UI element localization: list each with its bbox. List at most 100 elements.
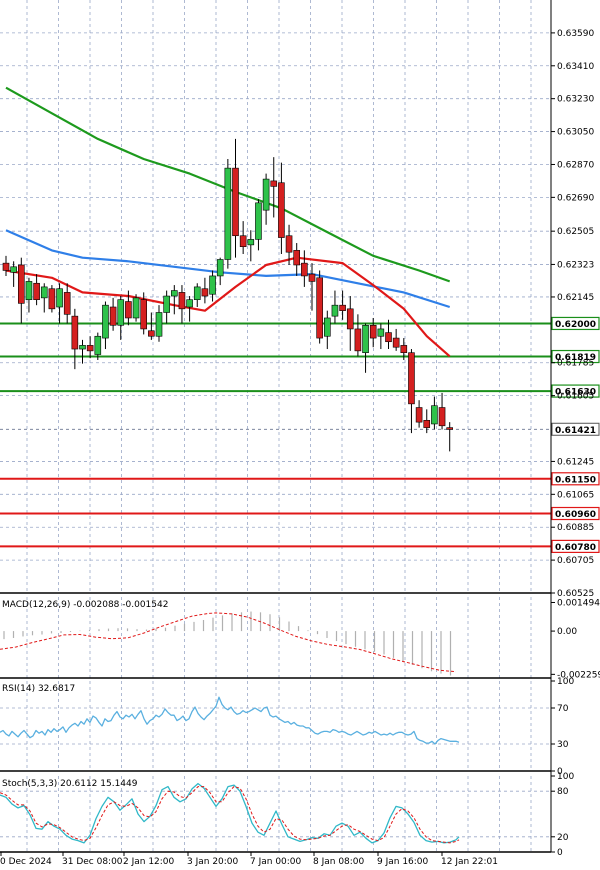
bearish-candle bbox=[408, 352, 415, 405]
bearish-candle bbox=[308, 273, 316, 282]
trading-chart: 0.63590 0.63410 0.63230 0.63050 0.62870 0.626… bbox=[0, 0, 600, 870]
level-tag-label: 0.61819 bbox=[555, 353, 596, 363]
bearish-candle bbox=[316, 277, 323, 339]
y-tick-label: 0.61245 bbox=[557, 457, 594, 467]
rsi-title: RSI(14) 32.6817 bbox=[2, 684, 75, 694]
y-tick-label: 0.60705 bbox=[557, 556, 594, 566]
bearish-candle bbox=[48, 288, 56, 310]
bullish-candle bbox=[431, 405, 438, 425]
bearish-candle bbox=[2, 262, 10, 271]
y-tick-label: 0.62505 bbox=[557, 227, 594, 237]
y-tick-label: 0.62690 bbox=[557, 193, 594, 203]
macd-title: MACD(12,26,9) -0.002088 -0.001542 bbox=[2, 600, 168, 610]
rsi-tick-label: 70 bbox=[557, 704, 569, 714]
x-tick-label: 0 Dec 2024 bbox=[0, 857, 52, 867]
bullish-candle bbox=[255, 202, 262, 240]
bearish-candle bbox=[201, 288, 209, 297]
y-tick-label: 0.60885 bbox=[557, 523, 594, 533]
bearish-candle bbox=[239, 235, 247, 248]
level-tag-label: 0.61150 bbox=[555, 475, 596, 485]
bearish-candle bbox=[148, 330, 155, 337]
macd-tick-label: 0.00 bbox=[557, 627, 577, 637]
y-tick-label: 0.63050 bbox=[557, 128, 594, 138]
bearish-candle bbox=[339, 304, 346, 311]
bullish-candle bbox=[362, 324, 369, 353]
bearish-candle bbox=[354, 328, 362, 352]
bearish-candle bbox=[33, 282, 40, 300]
bullish-candle bbox=[262, 178, 270, 211]
bearish-candle bbox=[86, 345, 94, 352]
stoch-tick-label: 0 bbox=[557, 848, 563, 858]
bearish-candle bbox=[293, 250, 301, 266]
bearish-candle bbox=[270, 180, 278, 187]
bearish-candle bbox=[140, 299, 147, 330]
bullish-candle bbox=[247, 239, 255, 246]
y-tick-label: 0.62323 bbox=[557, 260, 594, 270]
x-tick-label: 2 Jan 12:00 bbox=[123, 857, 175, 867]
bearish-candle bbox=[178, 292, 186, 310]
bullish-candle bbox=[163, 295, 170, 313]
bearish-candle bbox=[415, 407, 423, 423]
bullish-candle bbox=[56, 288, 63, 308]
rsi-tick-label: 100 bbox=[557, 677, 574, 687]
bullish-candle bbox=[94, 335, 102, 355]
bearish-candle bbox=[285, 235, 293, 253]
x-tick-label: 3 Jan 20:00 bbox=[187, 857, 239, 867]
bullish-candle bbox=[40, 286, 48, 299]
bullish-candle bbox=[377, 328, 385, 337]
bearish-candle bbox=[400, 345, 408, 353]
current-price-label: 0.61421 bbox=[555, 426, 596, 436]
x-tick-label: 12 Jan 22:01 bbox=[441, 857, 498, 867]
level-tag-label: 0.62000 bbox=[555, 320, 596, 330]
stoch-title: Stoch(5,3,3) 20.6112 15.1449 bbox=[2, 779, 138, 789]
stoch-tick-label: 80 bbox=[557, 787, 569, 797]
stoch-tick-label: 100 bbox=[557, 772, 574, 782]
bearish-candle bbox=[71, 315, 79, 350]
bearish-candle bbox=[392, 337, 400, 348]
bullish-candle bbox=[155, 312, 163, 337]
bullish-candle bbox=[331, 304, 339, 317]
bearish-candle bbox=[301, 262, 308, 277]
bearish-candle bbox=[346, 308, 354, 330]
bullish-candle bbox=[79, 345, 86, 350]
y-tick-label: 0.63590 bbox=[557, 29, 594, 39]
bearish-candle bbox=[63, 292, 71, 315]
bullish-candle bbox=[132, 297, 140, 319]
bullish-candle bbox=[216, 259, 224, 277]
x-tick-label: 7 Jan 00:00 bbox=[250, 857, 302, 867]
x-tick-label: 9 Jan 16:00 bbox=[377, 857, 429, 867]
level-tag-label: 0.60780 bbox=[555, 543, 596, 553]
bearish-candle bbox=[438, 407, 446, 427]
bullish-candle bbox=[323, 317, 331, 337]
macd-tick-label: 0.001494 bbox=[557, 598, 600, 608]
bearish-candle bbox=[17, 264, 25, 304]
bearish-candle bbox=[278, 182, 285, 238]
bullish-candle bbox=[171, 290, 178, 297]
bullish-candle bbox=[102, 304, 109, 339]
y-tick-label: 0.62145 bbox=[557, 293, 594, 303]
bullish-candle bbox=[224, 167, 232, 260]
stoch-tick-label: 20 bbox=[557, 833, 569, 843]
bullish-candle bbox=[117, 299, 125, 326]
y-tick-label: 0.62870 bbox=[557, 160, 594, 170]
y-tick-label: 0.63230 bbox=[557, 95, 594, 105]
level-tag-label: 0.60960 bbox=[555, 510, 596, 520]
bearish-candle bbox=[109, 306, 117, 326]
y-tick-label: 0.61065 bbox=[557, 490, 594, 500]
rsi-tick-label: 30 bbox=[557, 740, 569, 750]
bearish-candle bbox=[369, 324, 377, 339]
x-tick-label: 31 Dec 08:00 bbox=[62, 857, 123, 867]
bullish-candle bbox=[25, 281, 33, 300]
bullish-candle bbox=[186, 299, 193, 308]
bullish-candle bbox=[10, 266, 17, 273]
bearish-candle bbox=[125, 301, 132, 319]
bearish-candle bbox=[232, 167, 239, 237]
bearish-candle bbox=[385, 332, 392, 343]
x-tick-label: 8 Jan 08:00 bbox=[313, 857, 365, 867]
bullish-candle bbox=[209, 275, 216, 295]
level-tag-label: 0.61630 bbox=[555, 388, 596, 398]
y-tick-label: 0.63410 bbox=[557, 62, 594, 72]
bearish-candle bbox=[423, 420, 431, 428]
bullish-candle bbox=[193, 286, 201, 300]
bearish-candle bbox=[446, 427, 454, 430]
